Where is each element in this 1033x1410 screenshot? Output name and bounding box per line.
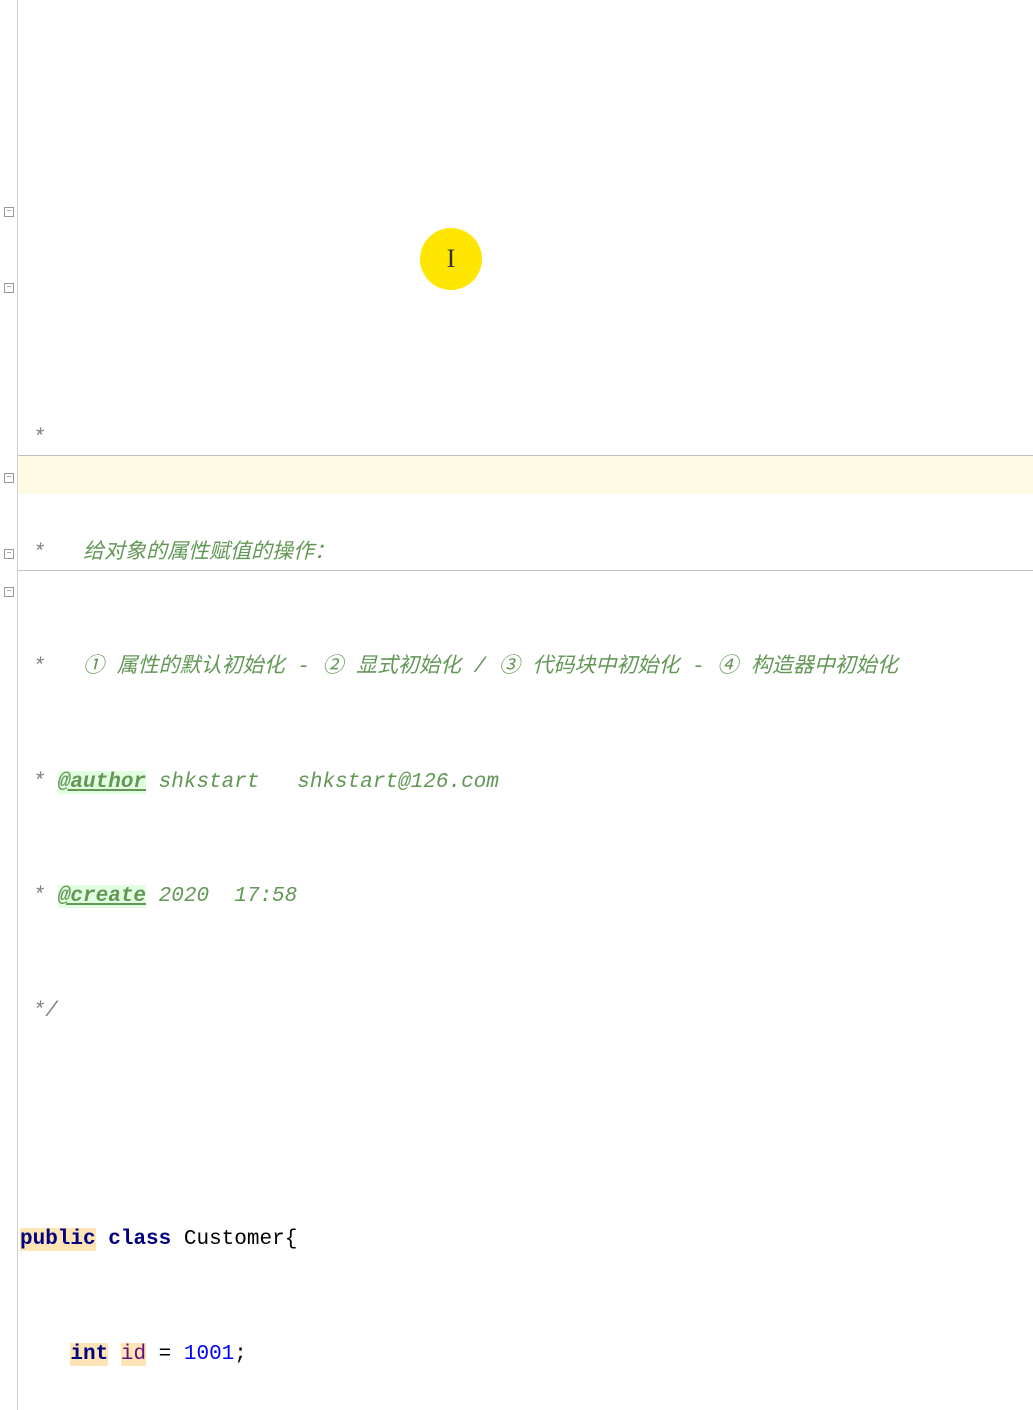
number-literal: 1001 <box>184 1343 234 1366</box>
code-line: public class Customer{ <box>20 1221 1033 1259</box>
keyword-int: int <box>70 1343 108 1366</box>
keyword-public: public <box>20 1228 96 1251</box>
fold-marker[interactable]: − <box>4 587 14 597</box>
keyword-class: class <box>108 1228 171 1251</box>
field-id: id <box>121 1343 146 1366</box>
comment-text: ① 属性的默认初始化 - ② 显式初始化 / ③ 代码块中初始化 - ④ 构造器… <box>83 656 898 679</box>
comment-asterisk: * <box>20 656 83 679</box>
comment-asterisk: * <box>20 542 83 565</box>
code-line: */ <box>20 993 1033 1031</box>
doc-tag-create: @create <box>58 885 146 908</box>
code-line: * 给对象的属性赋值的操作： <box>20 535 1033 573</box>
comment-end: */ <box>20 1000 58 1023</box>
cursor-spotlight-icon <box>420 228 482 290</box>
code-line: * @create 2020 17:58 <box>20 878 1033 916</box>
comment-asterisk: * <box>20 427 45 450</box>
fold-marker[interactable]: − <box>4 283 14 293</box>
comment-text: 给对象的属性赋值的操作： <box>83 542 335 565</box>
code-line <box>20 1107 1033 1145</box>
fold-marker[interactable]: − <box>4 473 14 483</box>
code-line: * @author shkstart shkstart@126.com <box>20 764 1033 802</box>
create-value: 2020 17:58 <box>146 885 297 908</box>
editor-gutter: − − − − − <box>0 0 18 1410</box>
comment-asterisk: * <box>20 771 58 794</box>
fold-marker[interactable]: − <box>4 549 14 559</box>
code-line: * <box>20 420 1033 458</box>
class-name: Customer <box>184 1228 285 1251</box>
fold-marker[interactable]: − <box>4 207 14 217</box>
code-editor[interactable]: * * 给对象的属性赋值的操作： * ① 属性的默认初始化 - ② 显式初始化 … <box>18 0 1033 1410</box>
author-value: shkstart shkstart@126.com <box>146 771 499 794</box>
doc-tag-author: @author <box>58 771 146 794</box>
comment-asterisk: * <box>20 885 58 908</box>
code-line: * ① 属性的默认初始化 - ② 显式初始化 / ③ 代码块中初始化 - ④ 构… <box>20 649 1033 687</box>
code-line: int id = 1001; <box>20 1336 1033 1374</box>
